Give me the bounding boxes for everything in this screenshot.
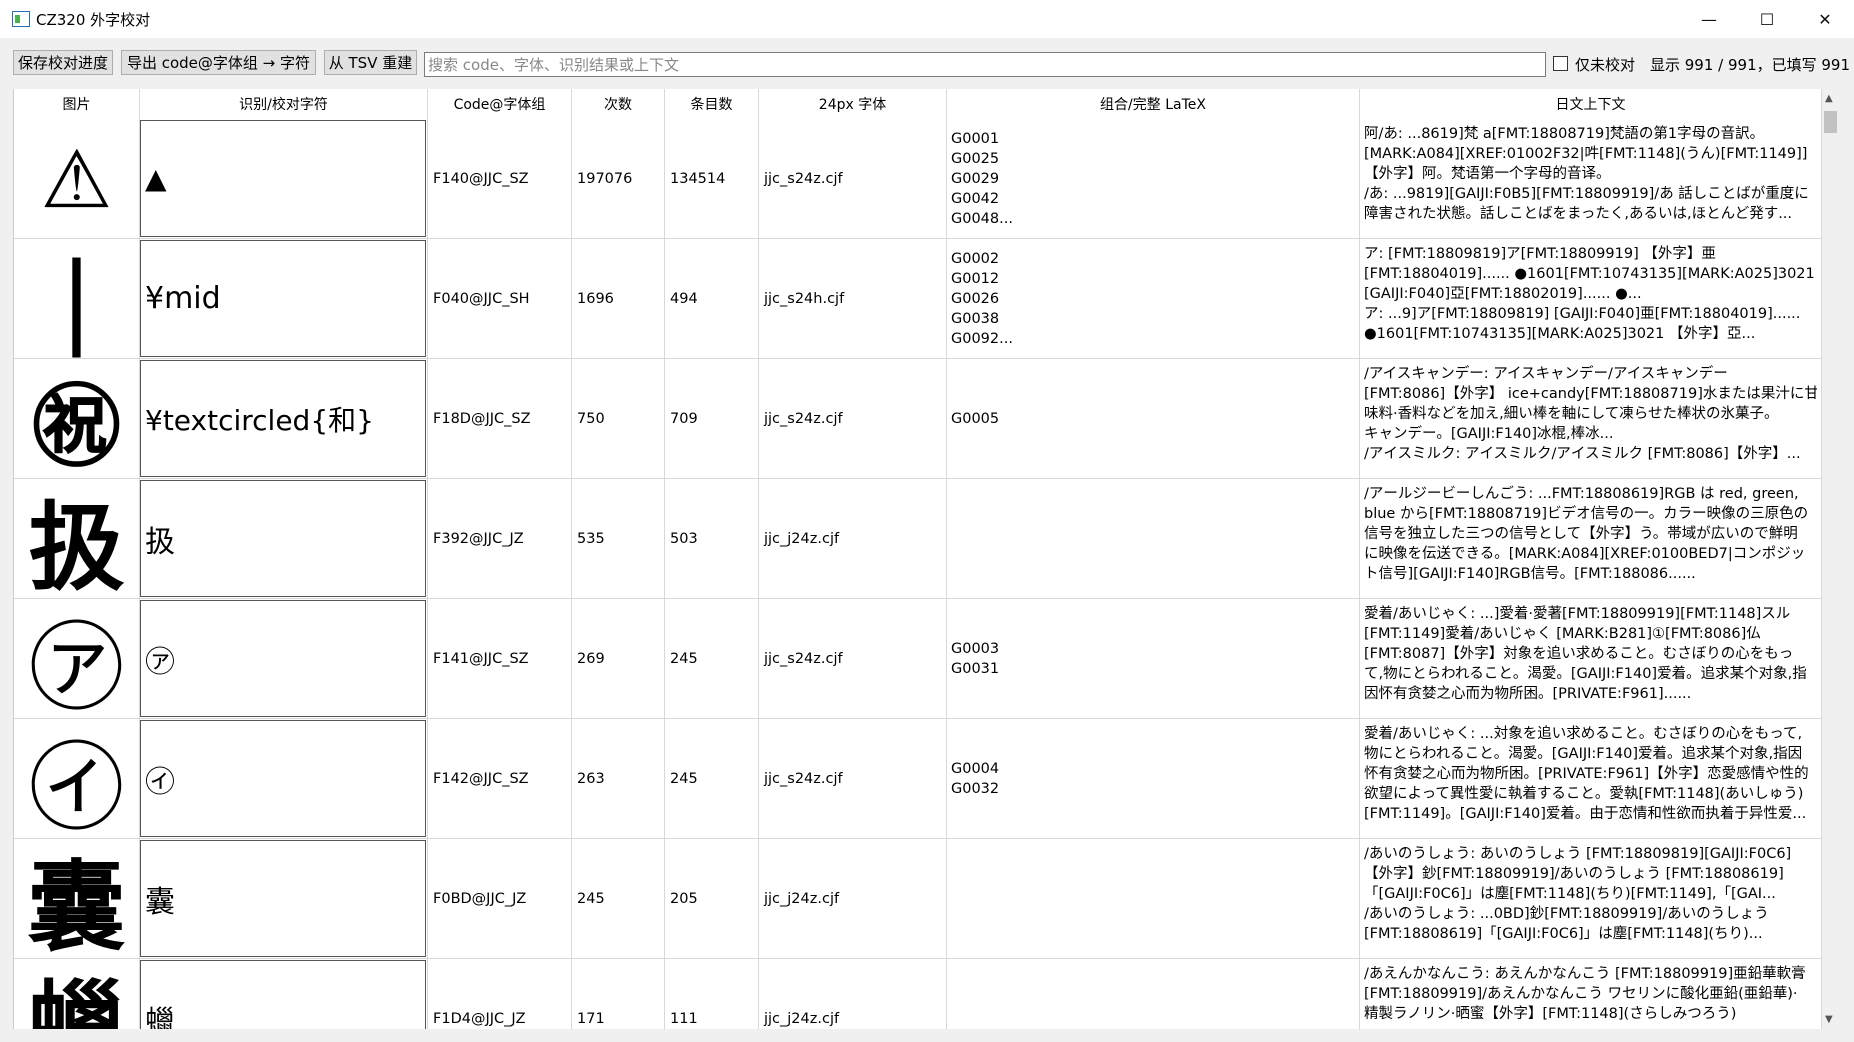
font-cell: jjc_j24z.cjf <box>759 959 947 1029</box>
font-cell: jjc_j24z.cjf <box>759 839 947 959</box>
code-cell: F142@JJC_SZ <box>428 719 572 839</box>
context-cell: /アールジービーしんごう: ...FMT:18808619]RGB は red,… <box>1360 479 1822 599</box>
app-icon <box>12 11 30 27</box>
count-cell: 245 <box>572 839 665 959</box>
latex-cell <box>947 959 1360 1029</box>
rebuild-from-tsv-button[interactable]: 从 TSV 重建 <box>324 50 417 75</box>
recognized-char-field[interactable]: 扱 <box>140 480 426 597</box>
maximize-button[interactable]: ☐ <box>1738 0 1796 38</box>
context-cell: 阿/あ: ...8619]梵 a[FMT:18808719]梵語の第1字母の音訳… <box>1360 119 1822 239</box>
latex-cell: G0005 <box>947 359 1360 479</box>
recognized-char-field[interactable]: 蠟 <box>140 960 426 1029</box>
latex-cell: G0003 G0031 <box>947 599 1360 719</box>
context-cell: /アイスキャンデー: アイスキャンデー/アイスキャンデー [FMT:8086]【外… <box>1360 359 1822 479</box>
entries-cell: 245 <box>665 599 759 719</box>
entries-cell: 503 <box>665 479 759 599</box>
glyph-table: 图片 识别/校对字符 Code@字体组 次数 条目数 24px 字体 组合/完整… <box>13 89 1822 1029</box>
entries-cell: 205 <box>665 839 759 959</box>
count-cell: 269 <box>572 599 665 719</box>
latex-cell <box>947 839 1360 959</box>
code-cell: F040@JJC_SH <box>428 239 572 359</box>
latex-cell: G0001 G0025 G0029 G0042 G0048... <box>947 119 1360 239</box>
recognized-char-field[interactable]: 囊 <box>140 840 426 957</box>
table-row[interactable]: 扱 扱 F392@JJC_JZ 535 503 jjc_j24z.cjf /アー… <box>14 479 1822 599</box>
scroll-thumb[interactable] <box>1824 111 1837 133</box>
font-cell: jjc_s24z.cjf <box>759 599 947 719</box>
header-font[interactable]: 24px 字体 <box>759 89 947 119</box>
header-code[interactable]: Code@字体组 <box>428 89 572 119</box>
header-context[interactable]: 日文上下文 <box>1360 89 1822 119</box>
font-cell: jjc_j24z.cjf <box>759 479 947 599</box>
table-row[interactable]: | ¥mid F040@JJC_SH 1696 494 jjc_s24h.cjf… <box>14 239 1822 359</box>
header-count[interactable]: 次数 <box>572 89 665 119</box>
glyph-image: ㋐ <box>14 599 140 719</box>
recognized-char-field[interactable]: ¥textcircled{和} <box>140 360 426 477</box>
code-cell: F18D@JJC_SZ <box>428 359 572 479</box>
scroll-down-icon[interactable]: ▼ <box>1825 1014 1833 1025</box>
context-cell: 愛着/あいじゃく: ...]愛着·愛著[FMT:18809919][FMT:11… <box>1360 599 1822 719</box>
count-cell: 750 <box>572 359 665 479</box>
close-button[interactable]: ✕ <box>1796 0 1854 38</box>
code-cell: F140@JJC_SZ <box>428 119 572 239</box>
font-cell: jjc_s24z.cjf <box>759 119 947 239</box>
table-row[interactable]: 蠟 蠟 F1D4@JJC_JZ 171 111 jjc_j24z.cjf /あえ… <box>14 959 1822 1029</box>
entries-cell: 709 <box>665 359 759 479</box>
count-cell: 263 <box>572 719 665 839</box>
count-cell: 171 <box>572 959 665 1029</box>
glyph-image: 蠟 <box>14 959 140 1029</box>
context-cell: /あいのうしょう: あいのうしょう [FMT:18809819][GAIJI:F… <box>1360 839 1822 959</box>
entries-cell: 111 <box>665 959 759 1029</box>
code-cell: F141@JJC_SZ <box>428 599 572 719</box>
status-text: 显示 991 / 991，已填写 991 <box>1650 56 1851 74</box>
context-cell: 愛着/あいじゃく: ...対象を追い求めること。むさぼりの心をもって, 物にとらわ… <box>1360 719 1822 839</box>
window-title: CZ320 外字校对 <box>36 11 151 29</box>
vertical-scrollbar[interactable]: ▲ ▼ <box>1822 89 1839 1029</box>
recognized-char-field[interactable]: ㋐ <box>140 600 426 717</box>
header-recognized[interactable]: 识别/校对字符 <box>140 89 428 119</box>
count-cell: 1696 <box>572 239 665 359</box>
glyph-image: ㊗ <box>14 359 140 479</box>
font-cell: jjc_s24z.cjf <box>759 359 947 479</box>
glyph-image: 扱 <box>14 479 140 599</box>
header-latex[interactable]: 组合/完整 LaTeX <box>947 89 1360 119</box>
code-cell: F0BD@JJC_JZ <box>428 839 572 959</box>
recognized-char-field[interactable]: ▲ <box>140 120 426 237</box>
code-cell: F392@JJC_JZ <box>428 479 572 599</box>
save-progress-button[interactable]: 保存校对进度 <box>13 50 113 75</box>
count-cell: 535 <box>572 479 665 599</box>
header-image[interactable]: 图片 <box>14 89 140 119</box>
font-cell: jjc_s24z.cjf <box>759 719 947 839</box>
scroll-up-icon[interactable]: ▲ <box>1825 93 1833 104</box>
table-row[interactable]: ㋐ ㋐ F141@JJC_SZ 269 245 jjc_s24z.cjf G00… <box>14 599 1822 719</box>
latex-cell <box>947 479 1360 599</box>
count-cell: 197076 <box>572 119 665 239</box>
entries-cell: 494 <box>665 239 759 359</box>
entries-cell: 245 <box>665 719 759 839</box>
table-row[interactable]: ⚠ ▲ F140@JJC_SZ 197076 134514 jjc_s24z.c… <box>14 119 1822 239</box>
entries-cell: 134514 <box>665 119 759 239</box>
glyph-image: ⚠ <box>14 119 140 239</box>
table-row[interactable]: ㋑ ㋑ F142@JJC_SZ 263 245 jjc_s24z.cjf G00… <box>14 719 1822 839</box>
header-entries[interactable]: 条目数 <box>665 89 759 119</box>
search-input[interactable] <box>424 52 1546 77</box>
table-header: 图片 识别/校对字符 Code@字体组 次数 条目数 24px 字体 组合/完整… <box>14 89 1822 119</box>
minimize-button[interactable]: — <box>1680 0 1738 38</box>
glyph-image: | <box>14 239 140 359</box>
recognized-char-field[interactable]: ㋑ <box>140 720 426 837</box>
latex-cell: G0004 G0032 <box>947 719 1360 839</box>
font-cell: jjc_s24h.cjf <box>759 239 947 359</box>
latex-cell: G0002 G0012 G0026 G0038 G0092... <box>947 239 1360 359</box>
title-bar: CZ320 外字校对 — ☐ ✕ <box>0 0 1854 38</box>
only-unproofed-label[interactable]: 仅未校对 <box>1575 54 1635 75</box>
glyph-image: 囊 <box>14 839 140 959</box>
recognized-char-field[interactable]: ¥mid <box>140 240 426 357</box>
table-row[interactable]: ㊗ ¥textcircled{和} F18D@JJC_SZ 750 709 jj… <box>14 359 1822 479</box>
context-cell: ア: [FMT:18809819]ア[FMT:18809919] 【外字】亜 [F… <box>1360 239 1822 359</box>
glyph-image: ㋑ <box>14 719 140 839</box>
only-unproofed-checkbox[interactable] <box>1553 56 1568 71</box>
code-cell: F1D4@JJC_JZ <box>428 959 572 1029</box>
table-row[interactable]: 囊 囊 F0BD@JJC_JZ 245 205 jjc_j24z.cjf /あい… <box>14 839 1822 959</box>
export-mapping-button[interactable]: 导出 code@字体组 → 字符 <box>121 50 316 75</box>
context-cell: /あえんかなんこう: あえんかなんこう [FMT:18809919]亜鉛華軟膏[… <box>1360 959 1822 1029</box>
